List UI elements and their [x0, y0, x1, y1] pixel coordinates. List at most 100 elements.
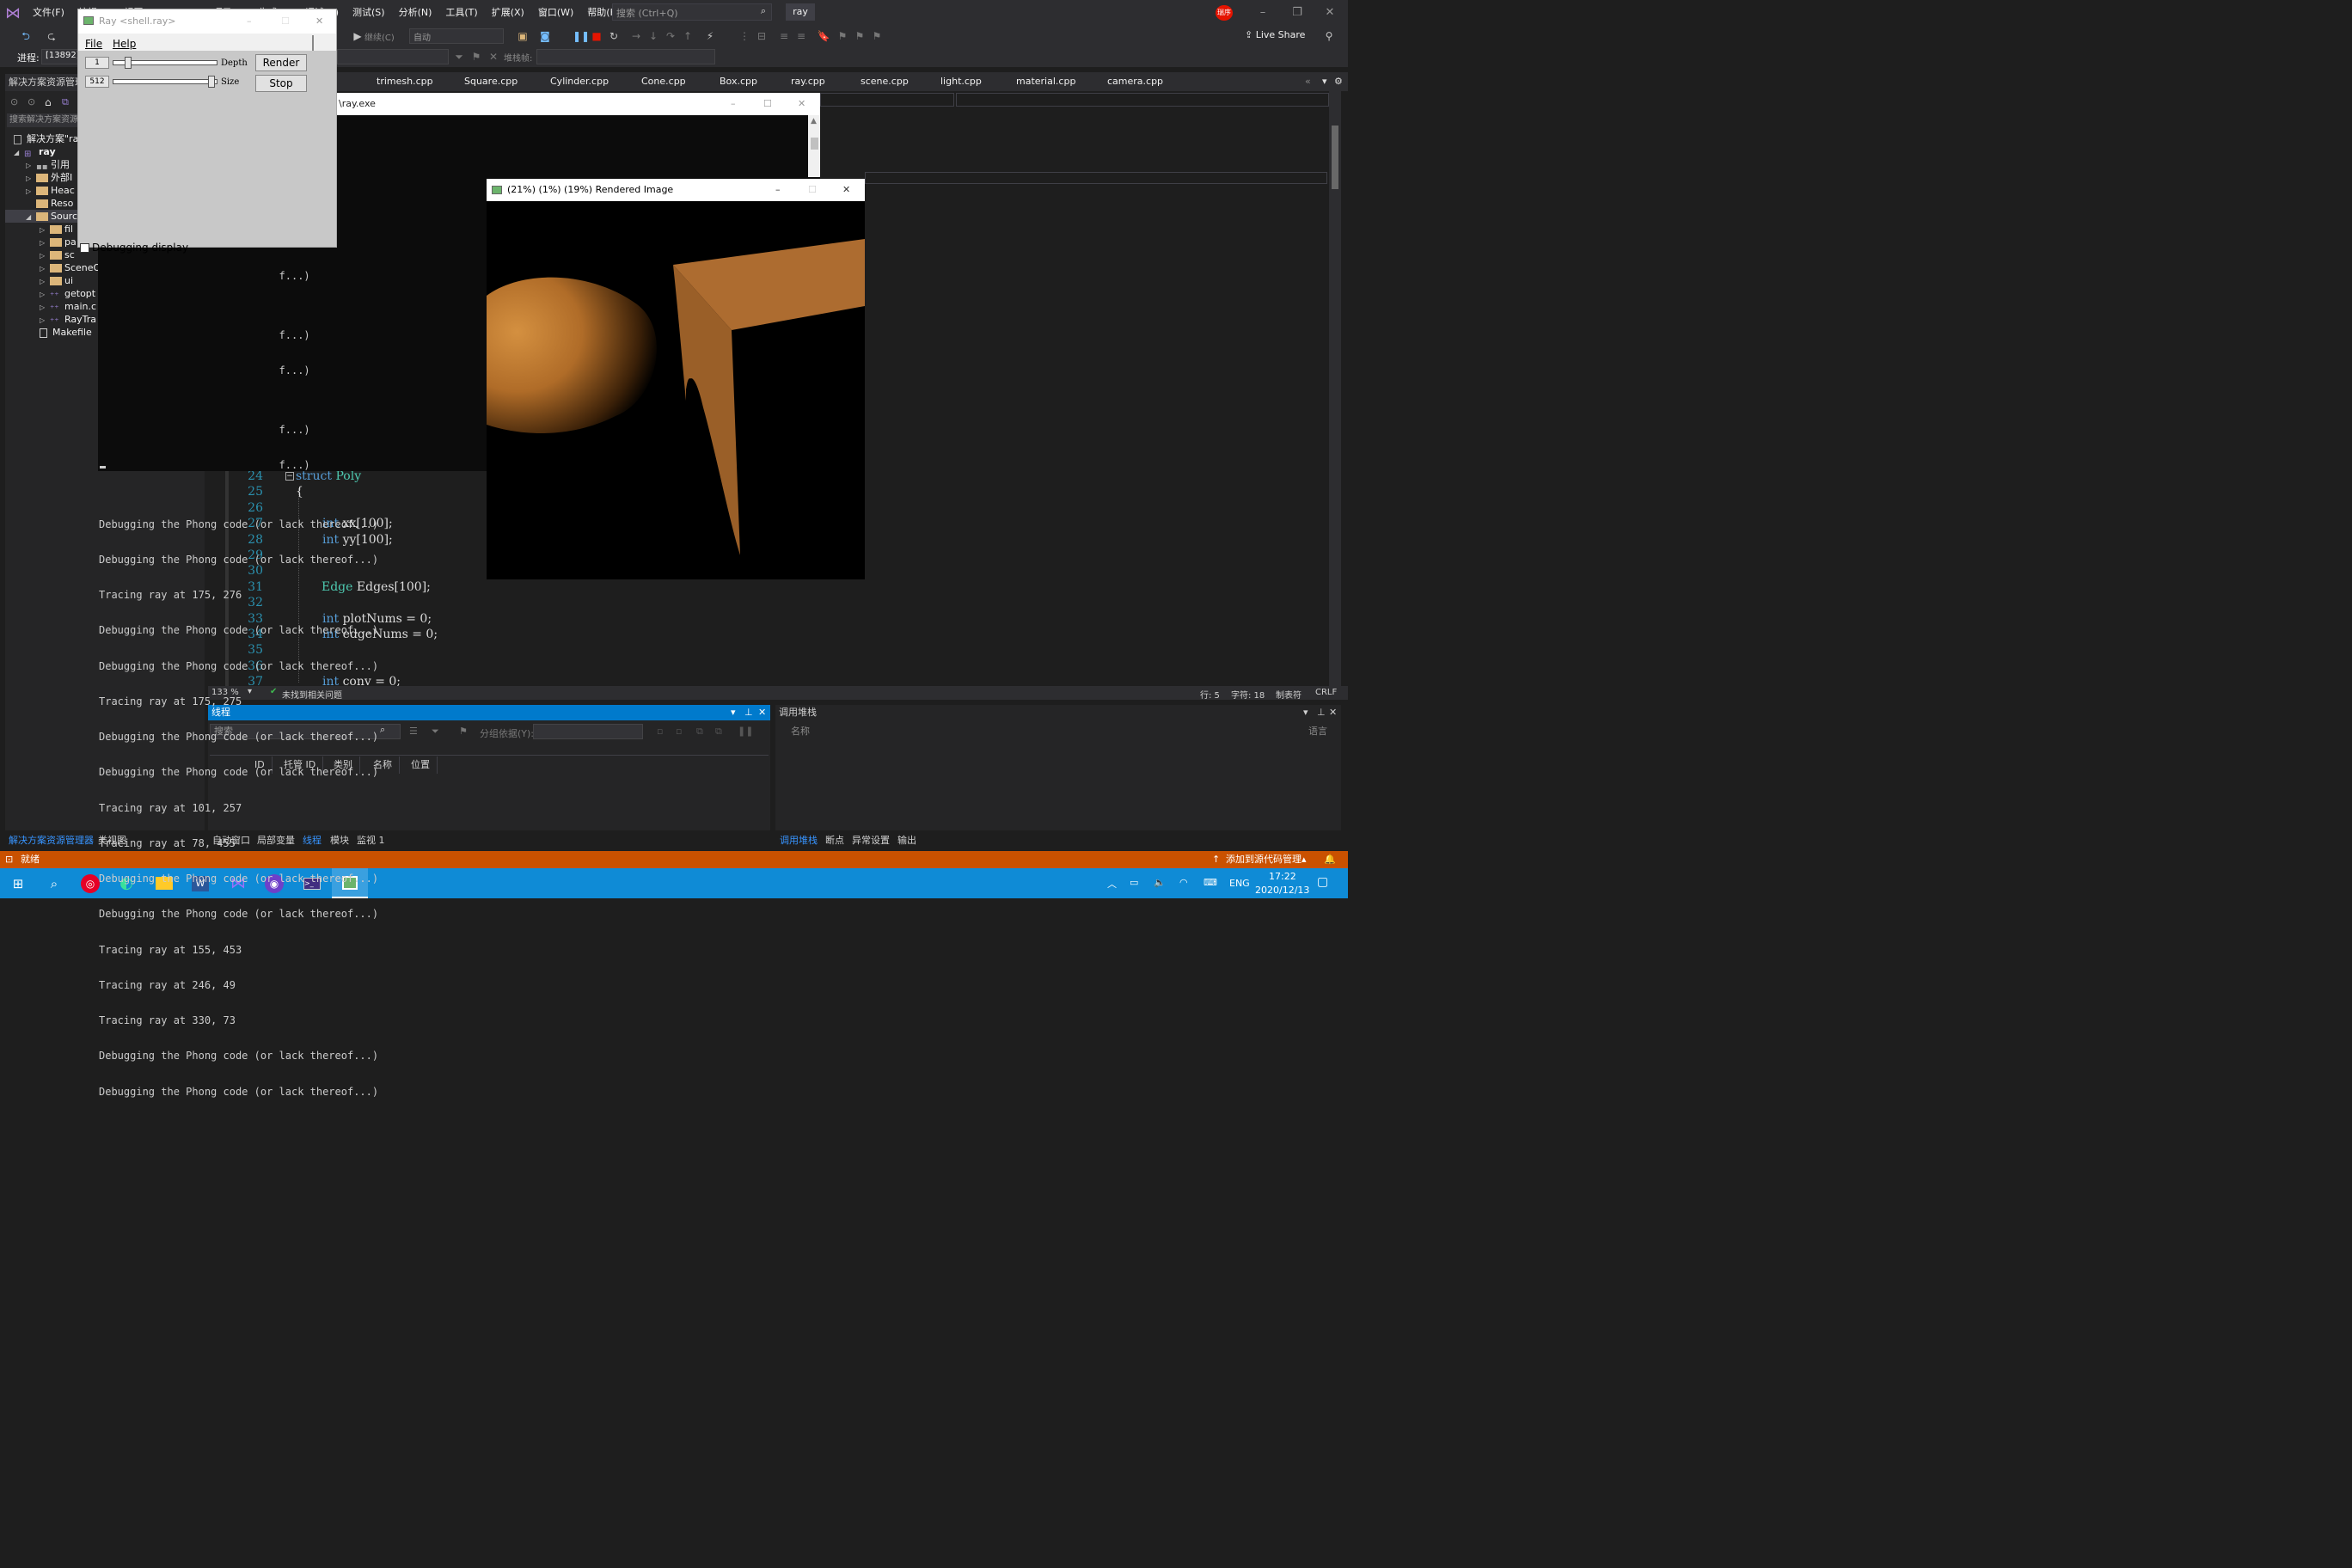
size-value-box[interactable]: 512 [85, 76, 109, 88]
tab-dropdown-icon[interactable]: ▾ [1322, 76, 1327, 87]
depth-slider-thumb[interactable] [124, 57, 132, 69]
back-icon[interactable]: ⮌ [19, 29, 33, 43]
tree-item[interactable]: ▷ SceneO [40, 261, 101, 274]
live-share-button[interactable]: ⇪ Live Share [1245, 29, 1305, 40]
pin-icon[interactable]: ⊥ [1317, 705, 1326, 720]
panel-dropdown-icon[interactable]: ▾ [1303, 705, 1308, 720]
menu-window[interactable]: 窗口(W) [531, 0, 580, 26]
cursor-line[interactable]: 行: 5 [1200, 688, 1220, 701]
console-scrollbar[interactable]: ▲ [808, 115, 820, 177]
step-into-icon[interactable]: ↓ [646, 29, 660, 43]
close-icon[interactable]: ✕ [315, 9, 323, 34]
tree-item[interactable]: ◢ ⊞ ray [14, 145, 56, 159]
line-endings[interactable]: CRLF [1315, 688, 1337, 697]
settings-icon[interactable]: ⚙ [1334, 76, 1343, 87]
stack-frame-combo[interactable] [536, 49, 715, 64]
rendered-image-window[interactable]: (21%) (1%) (19%) Rendered Image – ☐ ✕ [487, 179, 865, 579]
feedback-icon[interactable]: ⚲ [1322, 29, 1336, 43]
keyboard-icon[interactable]: ⌨ [1204, 877, 1217, 888]
menu-analyze[interactable]: 分析(N) [392, 0, 439, 26]
continue-label[interactable]: 继续(C) [364, 30, 395, 43]
step-over-icon[interactable]: ↷ [664, 29, 677, 43]
notification-bell-icon[interactable]: 🔔 [1324, 851, 1336, 868]
tree-item[interactable]: ▷ fil [40, 223, 73, 236]
restore-icon[interactable]: ❐ [1279, 0, 1315, 26]
stop-debug-icon[interactable]: ■ [590, 29, 603, 43]
battery-icon[interactable]: ▭ [1130, 877, 1138, 888]
tab-square[interactable]: Square.cpp [464, 76, 518, 87]
tab-output[interactable]: 输出 [897, 833, 916, 847]
debug-checkbox[interactable] [80, 243, 89, 253]
size-slider-thumb[interactable] [207, 76, 215, 88]
tab-solution-explorer[interactable]: 解决方案资源管理器 [9, 833, 94, 847]
tree-item[interactable]: ▷ ⁺⁺ RayTra [40, 313, 96, 327]
maximize-icon[interactable]: ☐ [763, 93, 772, 115]
scrollbar-thumb[interactable] [811, 138, 818, 150]
windows-start-icon[interactable]: ⊞ [0, 868, 36, 898]
action-center-icon[interactable]: ▢ [1317, 875, 1328, 889]
show-next-statement-icon[interactable]: → [629, 29, 643, 43]
user-avatar[interactable]: 瑞序 [1216, 5, 1233, 21]
tab-scene[interactable]: scene.cpp [861, 76, 909, 87]
panel-close-icon[interactable]: ✕ [1329, 705, 1337, 720]
tree-item[interactable]: ▷ ui [40, 274, 73, 287]
close-icon[interactable]: ✕ [842, 179, 850, 201]
home-icon[interactable]: ⌂ [45, 96, 52, 108]
thread-icon[interactable]: ⋮ [738, 29, 751, 43]
editor-scrollbar[interactable] [1329, 91, 1341, 686]
menu-test[interactable]: 测试(S) [346, 0, 392, 26]
bookmark-icon[interactable]: 🔖 [817, 29, 830, 43]
tree-item[interactable]: ▷ sc [40, 248, 75, 261]
scrollbar-thumb[interactable] [1332, 126, 1338, 189]
tab-box[interactable]: Box.cpp [720, 76, 757, 87]
wifi-icon[interactable]: ◠ [1179, 877, 1188, 888]
source-control-button[interactable]: 添加到源代码管理 [1226, 851, 1302, 868]
tab-cone[interactable]: Cone.cpp [641, 76, 686, 87]
thread-combo[interactable] [337, 49, 449, 64]
screenshot-icon[interactable]: ◙ [538, 29, 552, 43]
stop-button[interactable]: Stop [255, 75, 307, 92]
tray-expand-icon[interactable]: ︿ [1107, 877, 1117, 891]
source-control-dropdown-icon[interactable]: ▴ [1302, 851, 1307, 868]
outdent-icon[interactable]: ≡ [794, 29, 808, 43]
member-dropdown[interactable] [956, 93, 1329, 107]
tree-item[interactable]: ▷ ▪▪ 引用 [26, 158, 70, 172]
tree-item[interactable]: ▷ Heac [26, 184, 75, 197]
search-icon[interactable]: ⌕ [36, 868, 72, 898]
debug-checkbox-label[interactable]: Debugging display [92, 242, 188, 254]
tree-item[interactable]: ▷ pa [40, 236, 77, 248]
next-bookmark-icon[interactable]: ⚑ [853, 29, 867, 43]
pause-icon[interactable]: ❚❚ [573, 29, 590, 43]
minimize-icon[interactable]: – [1245, 0, 1281, 26]
tab-cylinder[interactable]: Cylinder.cpp [550, 76, 609, 87]
visual-studio-logo-icon[interactable]: ⋈ [0, 0, 26, 26]
menu-file[interactable]: File [85, 35, 102, 52]
tab-trimesh[interactable]: trimesh.cpp [377, 76, 433, 87]
tree-item[interactable]: Makefile [40, 326, 92, 339]
minimize-icon[interactable]: – [731, 93, 736, 115]
format-icon[interactable]: ⊟ [755, 29, 769, 43]
minimize-icon[interactable]: – [247, 9, 252, 34]
maximize-icon[interactable]: ☐ [281, 9, 290, 34]
menu-extensions[interactable]: 扩展(X) [485, 0, 531, 26]
indent-icon[interactable]: ≡ [777, 29, 791, 43]
clear-bookmarks-icon[interactable]: ⚑ [870, 29, 884, 43]
folder-icon[interactable]: ▣ [516, 29, 530, 43]
flag-icon[interactable]: ⚑ [469, 50, 483, 64]
tab-light[interactable]: light.cpp [940, 76, 982, 87]
tree-item[interactable]: ▷ ⁺⁺ main.c [40, 300, 96, 314]
sol-back-icon[interactable]: ⊙ [10, 96, 18, 107]
sol-forward-icon[interactable]: ⊙ [28, 96, 35, 107]
close-icon[interactable]: ✕ [1312, 0, 1348, 26]
vs-switch-view-icon[interactable]: ⧉ [62, 96, 69, 108]
tree-item[interactable]: ▷ 外部I [26, 171, 72, 184]
step-out-icon[interactable]: ↑ [681, 29, 695, 43]
depth-value-box[interactable]: 1 [85, 57, 109, 69]
tab-material[interactable]: material.cpp [1016, 76, 1075, 87]
scope-dropdown[interactable] [820, 93, 954, 107]
render-button[interactable]: Render [255, 54, 307, 71]
prev-bookmark-icon[interactable]: ⚑ [836, 29, 849, 43]
scroll-up-icon[interactable]: ▲ [811, 117, 817, 126]
callstack-lang-column[interactable]: 语言 [1308, 724, 1327, 738]
ray-shell-window[interactable]: Ray <shell.ray> – ☐ ✕ File Help 1 Depth … [77, 9, 337, 254]
